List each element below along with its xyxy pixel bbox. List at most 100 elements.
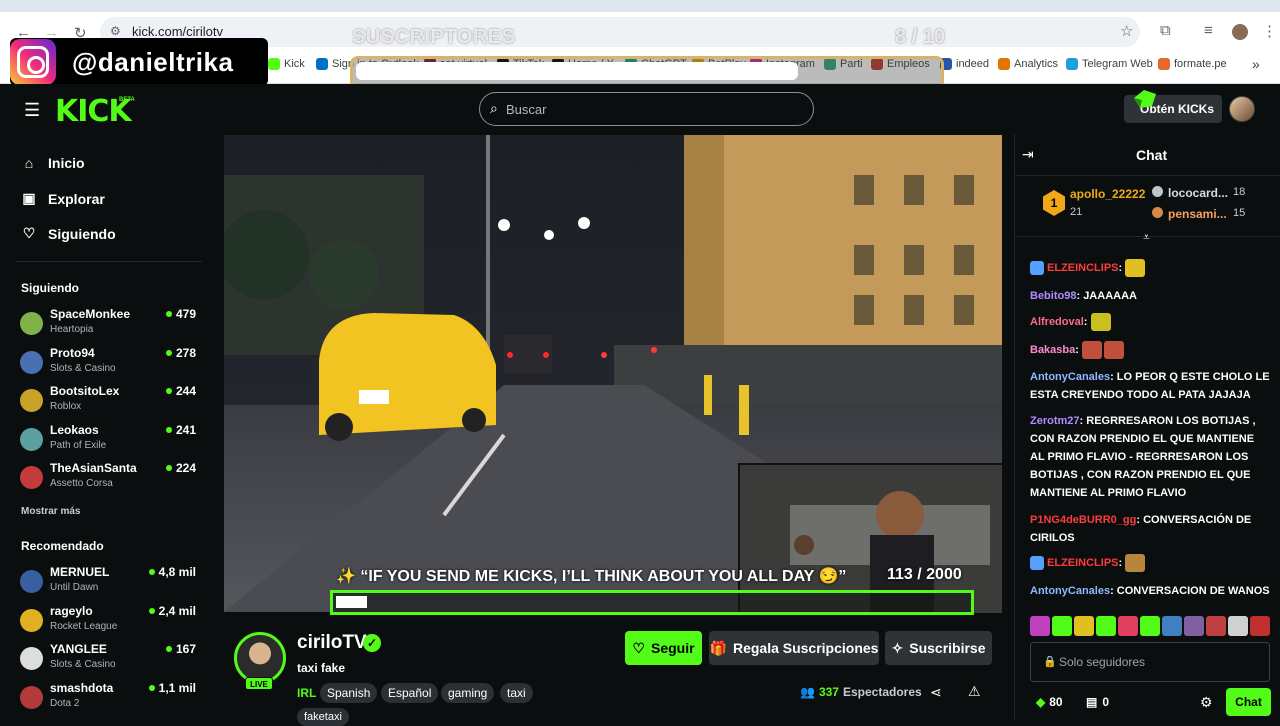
collapse-chat-icon[interactable]: ⇥ <box>1022 146 1034 163</box>
live-dot-icon <box>148 684 155 691</box>
gift-balance[interactable]: ▤ 0 <box>1086 695 1109 709</box>
emote-icon[interactable] <box>1118 616 1138 636</box>
subs-goal-fill <box>356 62 798 80</box>
gifter-name[interactable]: lococard... <box>1168 186 1228 200</box>
follow-label: Seguir <box>650 640 695 656</box>
gifter-count: 15 <box>1233 207 1246 219</box>
show-more-link[interactable]: Mostrar más <box>21 506 80 517</box>
stream-tag[interactable]: taxi <box>500 683 533 703</box>
kicks-balance[interactable]: ◆ 80 <box>1036 695 1063 709</box>
media-icon[interactable]: ≡ <box>1204 22 1213 39</box>
live-dot-icon <box>165 388 172 394</box>
user-avatar[interactable] <box>1229 96 1255 122</box>
stream-tag[interactable]: faketaxi <box>297 708 349 726</box>
chat-username[interactable]: ELZEINCLIPS <box>1047 557 1119 569</box>
emote-icon[interactable] <box>1250 616 1270 636</box>
sidebar-channel[interactable]: SpaceMonkee Heartopia 479 <box>20 307 200 343</box>
menu-dots-icon[interactable]: ⋮ <box>1262 22 1277 40</box>
gift-subs-button[interactable]: 🎁 Regala Suscripciones <box>709 631 879 665</box>
channel-avatar <box>20 466 43 489</box>
sidebar-channel[interactable]: rageylo Rocket League 2,4 mil <box>20 604 200 640</box>
channel-category: Heartopia <box>50 324 94 335</box>
emote-icon[interactable] <box>1184 616 1204 636</box>
gifter-name[interactable]: apollo_22222 <box>1070 187 1145 201</box>
report-icon[interactable]: ⚠ <box>968 683 981 700</box>
channel-avatar <box>20 350 43 374</box>
channel-viewers: 479 <box>165 307 196 321</box>
nav-browse[interactable]: ▣ Explorar <box>22 190 104 207</box>
bookmark-star-icon[interactable]: ☆ <box>1120 22 1133 40</box>
sidebar-channel[interactable]: BootsitoLex Roblox 244 <box>20 384 200 420</box>
sidebar-channel[interactable]: TheAsianSanta Assetto Corsa 224 <box>20 461 200 497</box>
emote-icon[interactable] <box>1140 616 1160 636</box>
gift-balance-value: 0 <box>1102 695 1110 709</box>
sidebar-channel[interactable]: smashdota Dota 2 1,1 mil <box>20 681 200 717</box>
bookmark-favicon <box>998 58 1010 70</box>
viewer-count: 479 <box>175 307 196 321</box>
chat-text: : REGRRESARON LOS BOTIJAS , CON RAZON PR… <box>1030 415 1256 499</box>
channel-name[interactable]: ciriloTV <box>297 632 367 654</box>
send-chat-button[interactable]: Chat <box>1226 688 1271 716</box>
sidebar-channel[interactable]: Leokaos Path of Exile 241 <box>20 423 200 459</box>
chat-text: : <box>1118 262 1123 274</box>
sidebar-channel[interactable]: YANGLEE Slots & Casino 167 <box>20 642 200 678</box>
instagram-handle: @danieltrika <box>72 46 234 77</box>
share-icon[interactable]: ⋖ <box>930 684 942 701</box>
sidebar-channel[interactable]: Proto94 Slots & Casino 278 <box>20 346 200 382</box>
emote-icon[interactable] <box>1162 616 1182 636</box>
extensions-icon[interactable]: ⧉ <box>1160 22 1171 39</box>
chat-message: ELZEINCLIPS: <box>1030 259 1270 278</box>
nav-following-label: Siguiendo <box>48 225 116 242</box>
chat-username[interactable]: ELZEINCLIPS <box>1047 262 1119 274</box>
profile-avatar[interactable] <box>1232 24 1248 40</box>
bookmark-item[interactable]: Analytics <box>998 58 1058 70</box>
stream-tag[interactable]: Español <box>381 683 439 703</box>
follow-button[interactable]: ♡ Seguir <box>625 631 702 665</box>
live-dot-icon <box>165 426 172 433</box>
channel-viewers: 244 <box>165 384 196 398</box>
chat-username[interactable]: Alfredoval <box>1030 316 1084 328</box>
menu-icon[interactable]: ☰ <box>24 100 40 121</box>
chat-placeholder: Solo seguidores <box>1059 655 1146 669</box>
emote-icon[interactable] <box>1206 616 1226 636</box>
chat-username[interactable]: AntonyCanales <box>1030 585 1110 597</box>
emote-icon[interactable] <box>1030 616 1050 636</box>
channel-viewers: 224 <box>165 461 196 475</box>
bookmark-item[interactable]: Telegram Web <box>1066 58 1153 70</box>
bookmark-item[interactable]: Kick <box>268 58 305 70</box>
stream-tag[interactable]: gaming <box>441 683 495 703</box>
url-text: kick.com/cirilotv <box>132 24 224 39</box>
chat-username[interactable]: Bakasba <box>1030 344 1075 356</box>
nav-home[interactable]: ⌂ Inicio <box>22 155 85 171</box>
gifter-name[interactable]: pensami... <box>1168 207 1227 221</box>
stream-category[interactable]: IRL <box>297 686 316 700</box>
viewer-count: 167 <box>175 642 196 656</box>
emote-icon[interactable] <box>1096 616 1116 636</box>
emote-icon[interactable] <box>1228 616 1248 636</box>
subscribe-button[interactable]: ✧ Suscribirse <box>885 631 992 665</box>
chat-username[interactable]: Bebito98 <box>1030 290 1076 302</box>
sidebar-channel[interactable]: MERNUEL Until Dawn 4,8 mil <box>20 565 200 601</box>
chat-message: AntonyCanales: LO PEOR Q ESTE CHOLO LE E… <box>1030 368 1270 404</box>
more-bookmarks-icon[interactable]: » <box>1252 56 1260 72</box>
bookmark-item[interactable]: formate.pe <box>1158 58 1227 70</box>
bookmark-favicon <box>1066 58 1078 70</box>
chat-username[interactable]: AntonyCanales <box>1030 371 1110 383</box>
gear-icon[interactable]: ⚙ <box>1200 694 1213 711</box>
nav-following[interactable]: ♡ Siguiendo <box>22 225 116 242</box>
bookmark-item[interactable]: indeed <box>940 58 989 70</box>
emote-icon[interactable] <box>1052 616 1072 636</box>
chat-message: Bakasba: <box>1030 341 1270 360</box>
chat-username[interactable]: Zerotm27 <box>1030 415 1080 427</box>
emote-icon <box>1090 313 1111 332</box>
site-info-icon[interactable]: ⚙ <box>110 24 121 38</box>
emote-icon[interactable] <box>1074 616 1094 636</box>
badge-icon <box>1030 556 1044 571</box>
heart-icon: ♡ <box>22 225 36 241</box>
stream-tag[interactable]: Spanish <box>320 683 378 703</box>
chat-message: AntonyCanales: CONVERSACION DE WANOS <box>1030 582 1270 600</box>
live-dot-icon <box>148 607 155 614</box>
chat-username[interactable]: P1NG4deBURR0_gg <box>1030 514 1136 526</box>
bookmark-label: Kick <box>284 58 305 70</box>
expand-gifters-icon[interactable]: ⩡ <box>1143 230 1150 245</box>
